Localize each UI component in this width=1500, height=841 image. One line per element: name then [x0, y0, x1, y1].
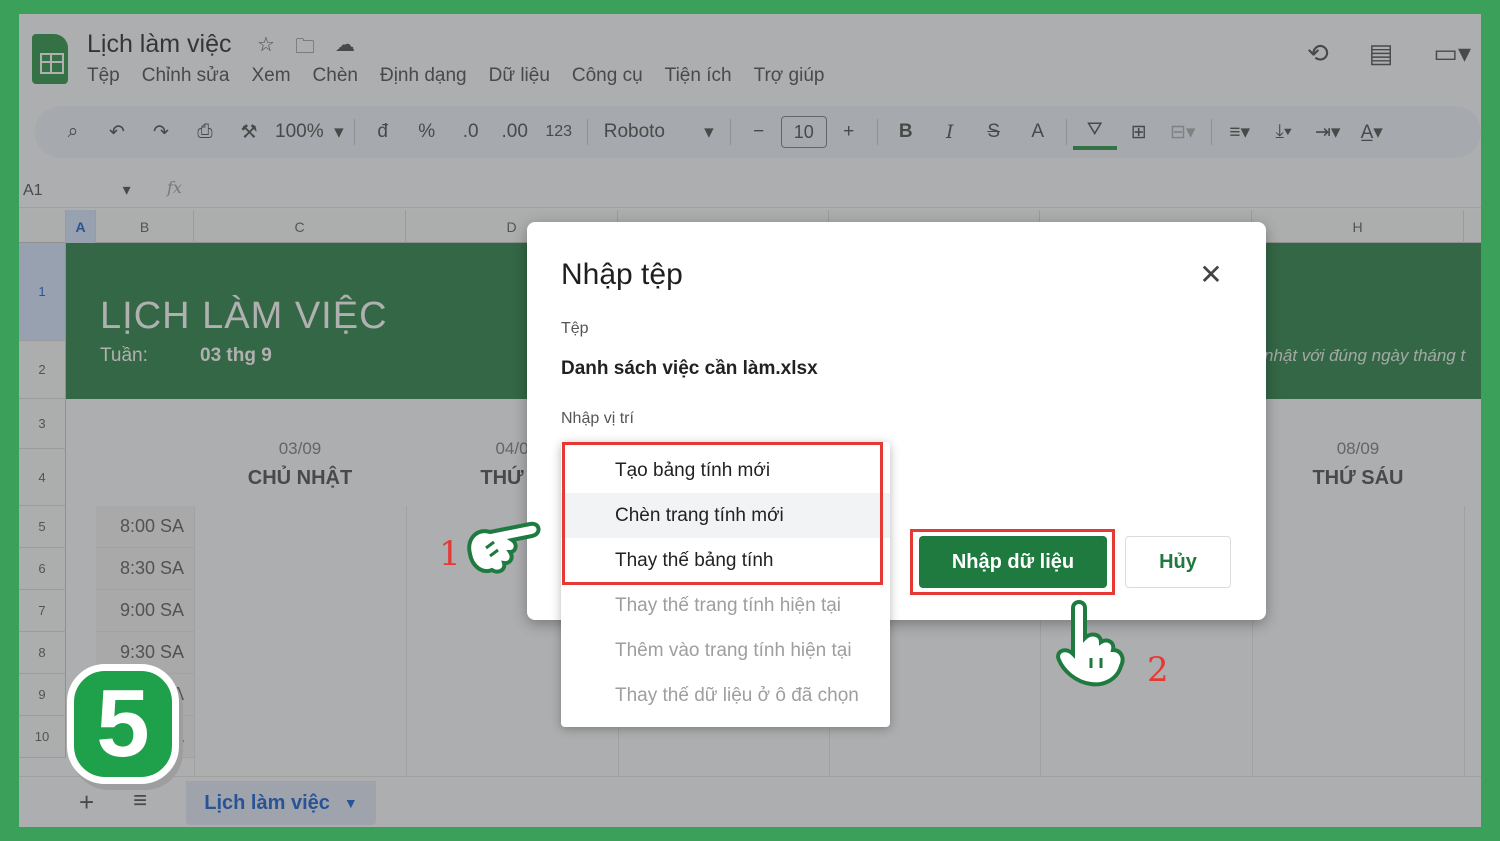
close-icon[interactable]: ✕: [1195, 258, 1227, 291]
pointing-hand-icon: [1056, 600, 1125, 687]
file-name: Danh sách việc cần làm.xlsx: [561, 358, 818, 379]
option-replace-current-sheet: Thay thế trang tính hiện tại: [615, 594, 842, 616]
import-data-button[interactable]: Nhập dữ liệu: [919, 536, 1107, 588]
step-number-badge: 5: [67, 664, 179, 784]
import-location-label: Nhập vị trí: [561, 410, 634, 427]
option-replace-at-selected-cell: Thay thế dữ liệu ở ô đã chọn: [615, 684, 859, 706]
callout-number-1: 1: [439, 534, 461, 574]
option-append-to-current-sheet: Thêm vào trang tính hiện tại: [615, 639, 852, 661]
pointing-hand-icon: [467, 521, 541, 574]
dialog-title: Nhập tệp: [561, 258, 683, 291]
sheets-window: Lịch làm việc ☆ 🗀 ☁ Tệp Chỉnh sửa Xem Ch…: [19, 14, 1481, 827]
cancel-button[interactable]: Hủy: [1125, 536, 1231, 588]
highlight-box-options: [562, 442, 883, 585]
callout-number-2: 2: [1147, 650, 1169, 690]
file-label: Tệp: [561, 320, 589, 337]
